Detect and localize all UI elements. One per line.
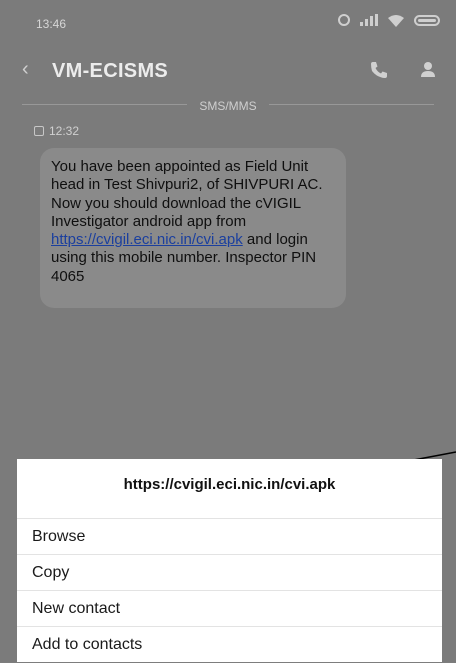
new-contact-option[interactable]: New contact (17, 590, 442, 626)
conversation-header: ‹ VM-ECISMS (0, 48, 456, 92)
add-to-contacts-option[interactable]: Add to contacts (17, 626, 442, 662)
copy-option[interactable]: Copy (17, 554, 442, 590)
status-bar: 13:46 (0, 0, 456, 48)
divider-label: SMS/MMS (187, 99, 269, 113)
message-time: 12:32 (49, 124, 80, 138)
status-time: 13:46 (36, 17, 67, 31)
signal-icon (360, 14, 378, 26)
message-link[interactable]: https://cvigil.eci.nic.in/cvi.apk (51, 231, 243, 248)
sms-thread-screen: 13:46 ‹ VM-ECISMS SMS/MMS 12:32 You have… (0, 0, 456, 662)
wifi-icon (388, 14, 404, 27)
contact-icon[interactable] (418, 59, 438, 81)
call-icon[interactable] (368, 59, 390, 81)
message-meta: 12:32 (34, 124, 79, 138)
message-bubble[interactable]: You have been appointed as Field Unit he… (40, 148, 346, 308)
conversation-title: VM-ECISMS (52, 60, 169, 82)
link-actions-sheet: https://cvigil.eci.nic.in/cvi.apk Browse… (17, 459, 442, 662)
status-icons (338, 14, 440, 27)
divider-label-wrap: SMS/MMS (0, 97, 456, 115)
sheet-title: https://cvigil.eci.nic.in/cvi.apk (123, 476, 336, 493)
alarm-icon (338, 14, 350, 26)
back-icon[interactable]: ‹ (22, 58, 29, 81)
sim-icon (34, 126, 44, 136)
browse-option[interactable]: Browse (17, 518, 442, 554)
message-text-start: You have been appointed as Field Unit he… (51, 158, 323, 230)
battery-icon (414, 14, 440, 26)
